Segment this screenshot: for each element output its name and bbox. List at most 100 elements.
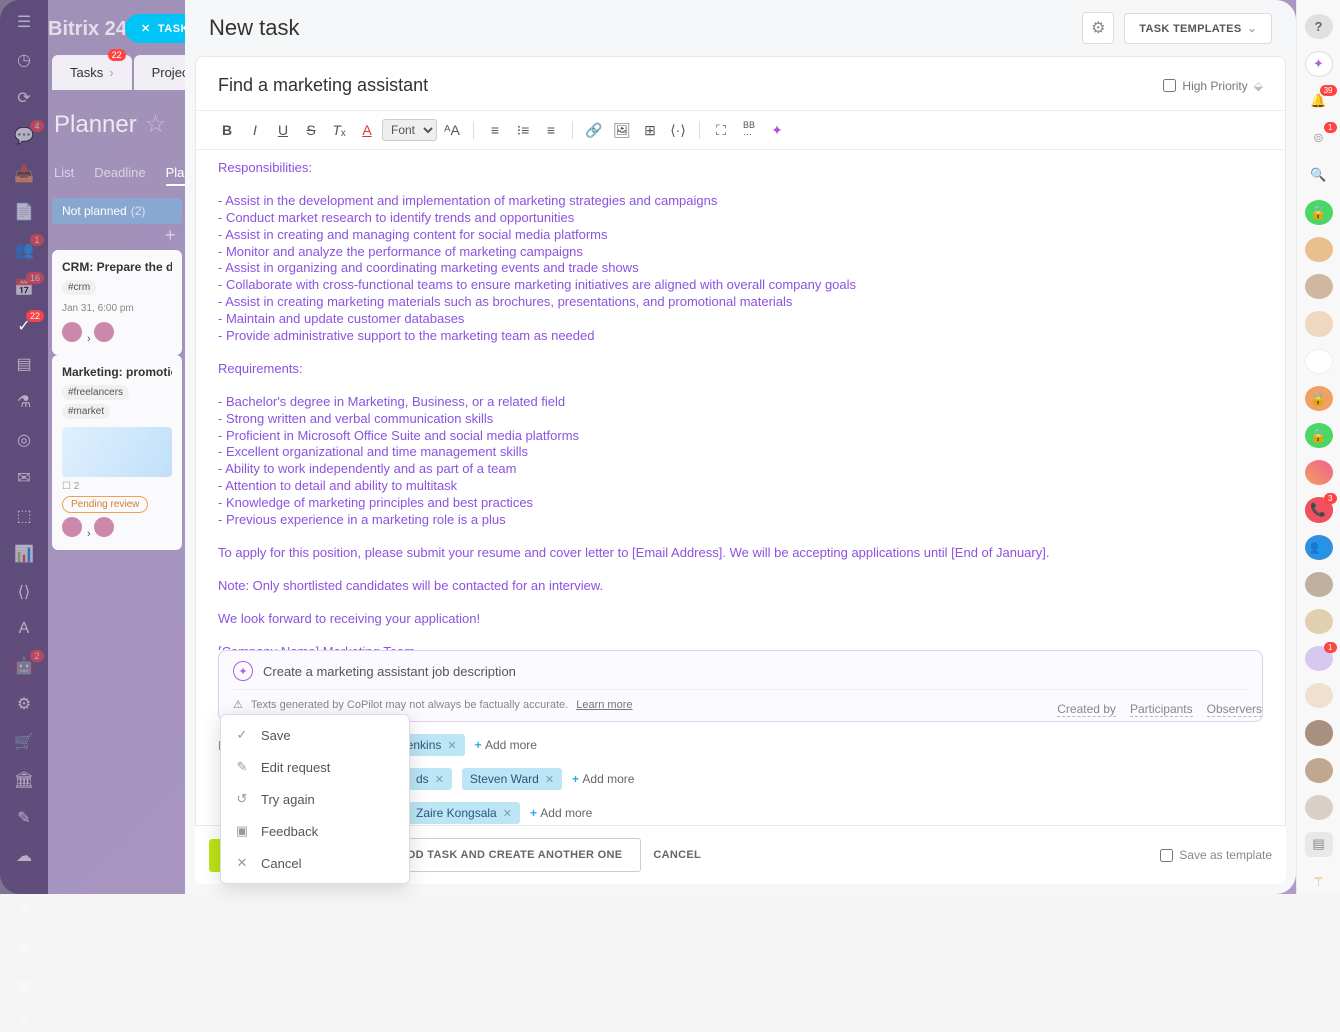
gear-icon[interactable]: ⚙ [14, 976, 34, 996]
code-icon[interactable]: ⟨⟩ [14, 582, 34, 602]
remove-icon[interactable]: ✕ [503, 807, 512, 820]
avatar[interactable] [1305, 237, 1333, 262]
person-chip[interactable]: Steven Ward✕ [462, 768, 562, 790]
edit-icon[interactable]: ✎ [14, 808, 34, 828]
task-description-editor[interactable]: Responsibilities: - Assist in the develo… [196, 150, 1285, 650]
font-size-icon[interactable]: ᴬA [439, 117, 465, 143]
high-priority-toggle[interactable]: High Priority ⬙ [1163, 79, 1263, 93]
table-icon[interactable]: ⊞ [637, 117, 663, 143]
mail-icon[interactable]: ✉ [14, 468, 34, 488]
add-another-button[interactable]: ADD TASK AND CREATE ANOTHER ONE [380, 838, 641, 872]
avatar[interactable] [1305, 572, 1333, 597]
avatar[interactable] [1305, 609, 1333, 634]
cloud-icon[interactable]: ☁ [14, 846, 34, 866]
not-planned-column[interactable]: Not planned(2) [52, 198, 182, 224]
avatar[interactable] [1305, 274, 1333, 299]
collab-icon[interactable]: ⊚1 [1305, 126, 1333, 151]
stream-icon[interactable]: ⟳ [14, 88, 34, 108]
embed-icon[interactable]: ⟨·⟩ [665, 117, 691, 143]
save-template-checkbox[interactable] [1160, 849, 1173, 862]
ordered-list-icon[interactable]: ≡ [482, 117, 508, 143]
chat-icon[interactable]: 💬4 [14, 126, 34, 146]
copilot-retry[interactable]: ↺Try again [221, 783, 409, 815]
star-icon[interactable]: ☆ [145, 111, 167, 138]
avatar[interactable] [1305, 683, 1333, 708]
filter-icon[interactable]: ⚗ [14, 392, 34, 412]
avatar[interactable]: 1 [1305, 646, 1333, 671]
copilot-feedback[interactable]: ▣Feedback [221, 815, 409, 847]
avatar[interactable] [1305, 311, 1333, 336]
inbox-icon[interactable]: 📥 [14, 164, 34, 184]
cancel-button[interactable]: CANCEL [653, 849, 701, 861]
underline-icon[interactable]: U [270, 117, 296, 143]
menu-icon[interactable]: ☰ [14, 12, 34, 32]
learn-more-link[interactable]: Learn more [576, 699, 632, 711]
contacts-icon[interactable]: ▤ [14, 354, 34, 374]
add-more-button[interactable]: Add more [530, 806, 592, 820]
avatar[interactable] [1305, 758, 1333, 783]
remove-icon[interactable]: ✕ [435, 773, 444, 786]
people-icon[interactable]: 👥1 [14, 240, 34, 260]
phone-icon[interactable]: 📞3 [1305, 497, 1333, 522]
clock-icon[interactable]: ◷ [14, 50, 34, 70]
help-icon[interactable]: ? [14, 902, 34, 920]
save-template-toggle[interactable]: Save as template [1160, 848, 1272, 862]
avatar[interactable] [1305, 349, 1333, 374]
task-card[interactable]: Marketing: promotion #freelancers #marke… [52, 355, 182, 550]
bbcode-icon[interactable]: BB··· [736, 117, 762, 143]
font-select[interactable]: Font [382, 119, 437, 141]
clear-format-icon[interactable]: Tₓ [326, 117, 352, 143]
avatar[interactable] [1305, 795, 1333, 820]
view-deadline[interactable]: Deadline [94, 165, 145, 186]
task-title-input[interactable] [218, 75, 1163, 96]
copilot-edit[interactable]: ✎Edit request [221, 751, 409, 783]
cart-icon[interactable]: 🛒 [14, 732, 34, 752]
add-more-button[interactable]: Add more [475, 738, 537, 752]
avatar[interactable] [1305, 460, 1333, 485]
copilot-sidebar-icon[interactable]: ✦ [1305, 51, 1333, 76]
remove-icon[interactable]: ✕ [545, 773, 554, 786]
text-icon[interactable]: A [14, 620, 34, 638]
copilot-icon[interactable]: ✦ [764, 117, 790, 143]
search-icon[interactable]: 🔍 [1305, 163, 1333, 188]
add-column-icon[interactable]: + [165, 225, 176, 246]
lock-icon[interactable]: 🔒 [1305, 423, 1333, 448]
add-more-button[interactable]: Add more [572, 772, 634, 786]
tab-tasks[interactable]: Tasks22› [52, 55, 132, 90]
robot-icon[interactable]: 🤖2 [14, 656, 34, 676]
group-icon[interactable]: 👥 [1305, 535, 1333, 560]
lock-icon[interactable]: 🔒 [1305, 386, 1333, 411]
sliders-icon[interactable]: ⚙ [14, 694, 34, 714]
person-chip[interactable]: Zaire Kongsala✕ [408, 802, 520, 824]
task-templates-button[interactable]: TASK TEMPLATES⌄ [1124, 13, 1272, 44]
doc-icon[interactable]: 📄 [14, 202, 34, 222]
fullscreen-icon[interactable]: ⛶ [708, 117, 734, 143]
observers-link[interactable]: Observers [1207, 702, 1262, 717]
copilot-save[interactable]: ✓Save [221, 719, 409, 751]
settings-button[interactable]: ⚙ [1082, 12, 1114, 44]
image-icon[interactable]: 🖼 [609, 117, 635, 143]
avatar[interactable] [1305, 720, 1333, 745]
chart-icon[interactable]: 📊 [14, 544, 34, 564]
bold-icon[interactable]: B [214, 117, 240, 143]
text-color-icon[interactable]: A [354, 117, 380, 143]
tree-icon[interactable]: ⋔ [14, 938, 34, 958]
lock-icon[interactable]: 🔒 [1305, 200, 1333, 225]
italic-icon[interactable]: I [242, 117, 268, 143]
tree-icon[interactable]: ⚚ [1305, 869, 1333, 894]
target-icon[interactable]: ◎ [14, 430, 34, 450]
contacts-icon[interactable]: ▤ [1305, 832, 1333, 857]
person-chip[interactable]: ds✕ [408, 768, 452, 790]
help-icon[interactable]: ? [1305, 14, 1333, 39]
bell-icon[interactable]: 🔔39 [1305, 89, 1333, 114]
high-priority-checkbox[interactable] [1163, 79, 1176, 92]
participants-link[interactable]: Participants [1130, 702, 1193, 717]
created-by-link[interactable]: Created by [1057, 702, 1116, 717]
plus-icon[interactable]: + [14, 1014, 34, 1032]
view-list[interactable]: List [54, 165, 74, 186]
tasks-icon[interactable]: ✓22 [14, 316, 34, 336]
bank-icon[interactable]: 🏛 [14, 770, 34, 790]
task-card[interactable]: CRM: Prepare the docume #crm Jan 31, 6:0… [52, 250, 182, 355]
unordered-list-icon[interactable]: ⁝≡ [510, 117, 536, 143]
copilot-prompt-text[interactable]: Create a marketing assistant job descrip… [263, 664, 516, 679]
